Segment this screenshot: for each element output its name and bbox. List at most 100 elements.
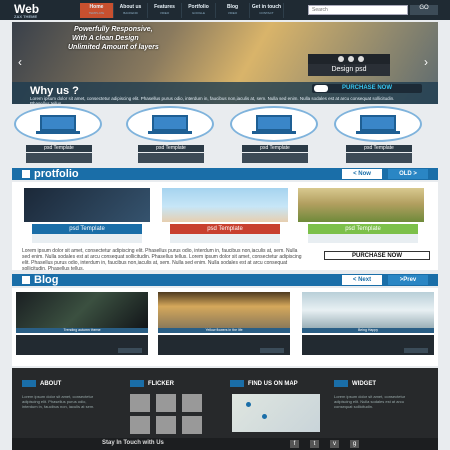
hero-line-2: With A clean Design: [72, 35, 139, 42]
nav-blog[interactable]: Blog VIDEO: [216, 3, 250, 18]
page: Web ZAX THEME Home TEMPLATE About us BACKEN…: [0, 0, 450, 450]
flicker-thumb[interactable]: [130, 394, 150, 412]
portfolio-image[interactable]: [298, 188, 424, 222]
nav-portfolio[interactable]: Portfolio GOOGLE: [182, 3, 216, 18]
portfolio-label: psd Template: [170, 224, 280, 234]
flicker-thumb[interactable]: [130, 416, 150, 434]
google-icon[interactable]: g: [350, 440, 359, 448]
portfolio-label: psd Template: [32, 224, 142, 234]
portfolio-image[interactable]: [162, 188, 288, 222]
card-label: psd Template: [26, 145, 92, 152]
search-button[interactable]: GO: [410, 5, 438, 15]
blog-read-more-button[interactable]: [118, 348, 142, 353]
hero-line-3: Unlimited Amount of layers: [68, 44, 159, 51]
portfolio-section: psd Template psd Template psd Template L…: [12, 182, 438, 272]
laptop-icon: [36, 115, 80, 134]
footer-bottom: Stay In Touch with Us f t v g: [12, 438, 438, 450]
section-tag-icon: [22, 276, 30, 284]
portfolio-description: [32, 234, 142, 243]
map-pin-icon: [246, 402, 251, 407]
twitter-icon[interactable]: t: [310, 440, 319, 448]
design-icon-bar: [308, 54, 390, 64]
footer-map-heading: FIND US ON MAP: [230, 380, 298, 387]
vimeo-icon[interactable]: v: [330, 440, 339, 448]
laptop-icon: [356, 115, 400, 134]
card-label: psd Template: [346, 145, 412, 152]
card-label: psd Template: [242, 145, 308, 152]
laptop-icon: [148, 115, 192, 134]
blog-next-button[interactable]: < Next: [342, 275, 382, 285]
card-description: [346, 153, 412, 163]
facebook-icon[interactable]: f: [290, 440, 299, 448]
arrow-icon: [314, 85, 328, 92]
slider-prev-icon[interactable]: ‹: [18, 55, 28, 69]
main-nav: Home TEMPLATE About us BACKEND Features VID…: [80, 3, 284, 18]
portfolio-text: Lorem ipsum dolor sit amet, consectetur …: [22, 248, 302, 272]
portfolio-image[interactable]: [24, 188, 150, 222]
flicker-thumb[interactable]: [182, 394, 202, 412]
blog-image[interactable]: [158, 292, 290, 328]
hero-line-1: Powerfully Responsive,: [74, 26, 153, 33]
site-logo[interactable]: Web ZAX THEME: [14, 2, 39, 19]
slider-next-icon[interactable]: ›: [424, 55, 434, 69]
portfolio-description: [308, 234, 418, 243]
blog-image[interactable]: [16, 292, 148, 328]
portfolio-label: psd Template: [308, 224, 418, 234]
heart-icon[interactable]: [358, 56, 364, 62]
blog-caption: Trending autumn theme: [16, 328, 148, 333]
portfolio-new-button[interactable]: < Now: [342, 169, 382, 179]
footer-flicker-heading: FLICKER: [130, 380, 174, 387]
nav-home[interactable]: Home TEMPLATE: [80, 3, 114, 18]
footer-widget-text: Lorem ipsum dolor sit amet, consectetur …: [334, 394, 406, 409]
share-icon[interactable]: [338, 56, 344, 62]
why-us-text: Lorem ipsum dolor sit amet, consectetur …: [30, 96, 395, 104]
portfolio-description: [170, 234, 280, 243]
map-pin-icon: [262, 414, 267, 419]
footer: ABOUT Lorem ipsum dolor sit amet, consec…: [12, 368, 438, 450]
blog-read-more-button[interactable]: [404, 348, 428, 353]
location-map[interactable]: [232, 394, 320, 432]
laptop-icon: [252, 115, 296, 134]
footer-about-heading: ABOUT: [22, 380, 61, 387]
feature-card[interactable]: psd Template: [14, 106, 102, 164]
stay-in-touch-label: Stay In Touch with Us: [102, 440, 164, 446]
blog-caption: Being Happy: [302, 328, 434, 333]
purchase-now-button[interactable]: PURCHASE NOW: [312, 84, 422, 93]
footer-about-text: Lorem ipsum dolor sit amet, consectetur …: [22, 394, 95, 409]
flicker-thumb[interactable]: [182, 416, 202, 434]
header-bar: Web ZAX THEME Home TEMPLATE About us BACKEN…: [0, 0, 450, 20]
blog-title: Blog: [34, 274, 59, 286]
portfolio-bar: protfolio < Now OLD >: [12, 168, 438, 180]
portfolio-purchase-button[interactable]: PURCHASE NOW: [324, 251, 430, 260]
blog-caption: Yellow flowers in the life: [158, 328, 290, 333]
card-description: [26, 153, 92, 163]
feature-card[interactable]: psd Template: [126, 106, 214, 164]
blog-prev-button[interactable]: >Prev: [388, 275, 428, 285]
blog-read-more-button[interactable]: [260, 348, 284, 353]
flicker-thumb[interactable]: [156, 416, 176, 434]
hero-slider: ‹ › Powerfully Responsive, With A clean …: [12, 22, 438, 104]
arrow-icon: [334, 380, 348, 387]
portfolio-old-button[interactable]: OLD >: [388, 169, 428, 179]
arrow-icon: [230, 380, 244, 387]
card-description: [138, 153, 204, 163]
blog-section: Trending autumn theme Yellow flowers in …: [12, 288, 438, 366]
design-psd-label: Design psd: [308, 64, 390, 76]
nav-about[interactable]: About us BACKEND: [114, 3, 148, 18]
card-label: psd Template: [138, 145, 204, 152]
blog-bar: Blog < Next >Prev: [12, 274, 438, 286]
feature-card[interactable]: psd Template: [230, 106, 318, 164]
nav-features[interactable]: Features VIDEO: [148, 3, 182, 18]
search-icon[interactable]: [348, 56, 354, 62]
section-tag-icon: [22, 170, 30, 178]
arrow-icon: [22, 380, 36, 387]
search-input[interactable]: Search: [308, 5, 408, 15]
feature-card[interactable]: psd Template: [334, 106, 422, 164]
card-description: [242, 153, 308, 163]
footer-widget-heading: WIDGET: [334, 380, 376, 387]
arrow-icon: [130, 380, 144, 387]
blog-image[interactable]: [302, 292, 434, 328]
feature-cards: psd Template psd Template psd Template p…: [14, 106, 438, 166]
flicker-thumb[interactable]: [156, 394, 176, 412]
nav-contact[interactable]: Get in touch CONTACT: [250, 3, 284, 18]
